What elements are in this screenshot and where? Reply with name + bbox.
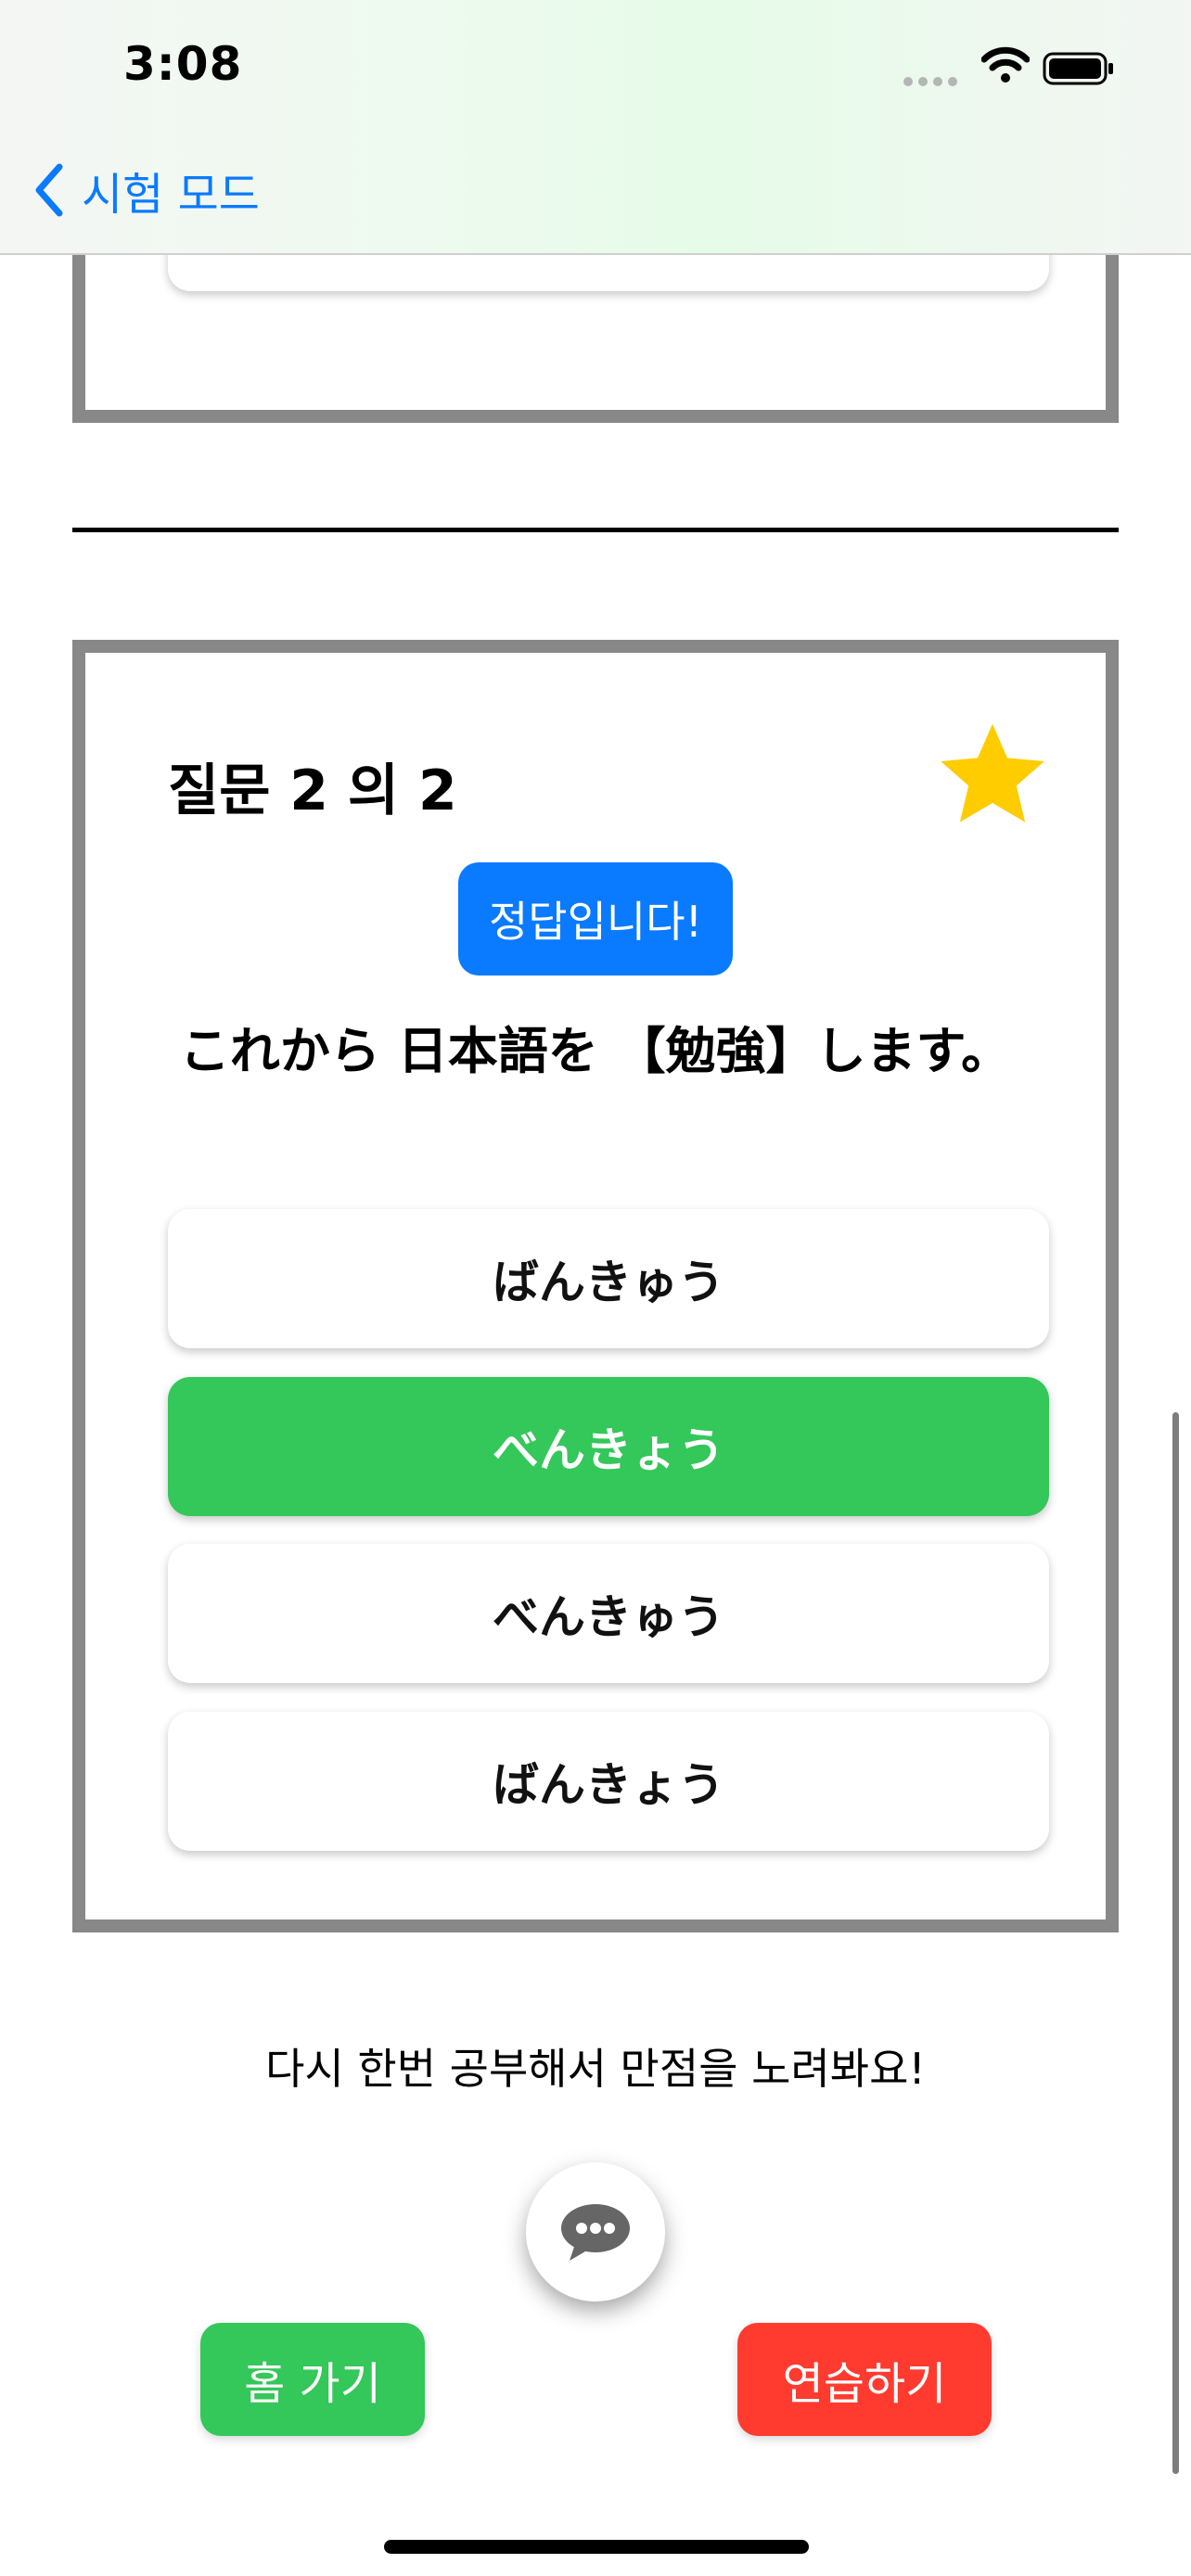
answer-option-3[interactable]: べんきゅう [168,1544,1049,1683]
chevron-left-icon [35,163,63,217]
home-button[interactable]: 홈 가기 [200,2323,425,2436]
navigation-bar: 3:08 시험 모드 [0,0,1191,255]
correct-result-badge: 정답입니다! [458,862,733,976]
cellular-dots-icon [903,72,963,90]
status-icons [903,46,1117,91]
chat-button[interactable] [526,2162,665,2302]
practice-button[interactable]: 연습하기 [737,2323,992,2436]
home-indicator [384,2540,809,2554]
answer-option-1[interactable]: ばんきゅう [168,1209,1049,1348]
answer-option-4[interactable]: ばんきょう [168,1712,1049,1851]
chat-bubble-icon [561,2204,630,2261]
wifi-icon [980,46,1031,87]
back-button-label: 시험 모드 [82,169,260,221]
answer-option-2-correct[interactable]: べんきょう [168,1377,1049,1516]
question-card: 질문 2 의 2 정답입니다! これから 日本語を 【勉強】します。 ばんきゅう… [72,640,1119,1932]
status-time: 3:08 [123,37,243,91]
bookmark-star-icon[interactable] [935,720,1050,835]
question-counter: 질문 2 의 2 [168,759,457,823]
back-button[interactable]: 시험 모드 [33,158,260,223]
vertical-scrollbar[interactable] [1172,1412,1179,2474]
scroll-content[interactable]: がくせん 질문 2 의 2 정답입니다! これから 日本語を 【勉強】します。 … [0,0,1191,2576]
question-sentence: これから 日本語を 【勉強】します。 [179,1022,1012,1080]
battery-icon [1043,50,1117,91]
question-divider [72,528,1119,532]
encouragement-text: 다시 한번 공부해서 만점을 노려봐요! [265,2044,926,2094]
